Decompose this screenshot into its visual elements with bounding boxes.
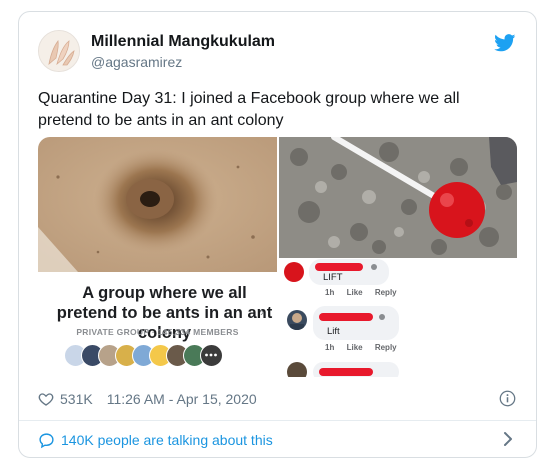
member-avatar <box>200 344 223 367</box>
redaction <box>319 313 373 321</box>
divider <box>19 420 536 421</box>
commenter-avatar <box>287 310 307 330</box>
badge-icon <box>379 314 385 320</box>
group-meta: PRIVATE GROUP · 145,334 MEMBERS <box>76 327 239 337</box>
chevron-right-icon: › <box>260 304 265 319</box>
redaction <box>319 368 373 376</box>
tweet-media[interactable]: A group where we all pretend to be ants … <box>38 137 517 377</box>
redaction <box>315 263 363 271</box>
comment-text: LIFT <box>323 272 343 283</box>
lollipop-photo[interactable] <box>279 137 517 258</box>
comment-text: Lift <box>327 326 340 337</box>
anthill-photo[interactable] <box>38 137 277 272</box>
chevron-right-icon[interactable] <box>502 430 514 448</box>
profile-avatar[interactable] <box>38 30 80 72</box>
badge-icon <box>371 264 377 270</box>
info-icon[interactable] <box>499 390 516 407</box>
like-count[interactable]: 531K <box>60 391 93 407</box>
commenter-avatar <box>287 362 307 377</box>
display-name[interactable]: Millennial Mangkukulam <box>91 33 275 51</box>
reply-link[interactable]: Reply <box>375 343 397 352</box>
comment-bubble: LIFT <box>309 259 389 285</box>
comment-bubble <box>313 362 399 377</box>
like-link[interactable]: Like <box>347 343 363 352</box>
comment-thread: LIFT 1h Like Reply Lift 1h Like Reply <box>279 258 517 377</box>
tweet-text: Quarantine Day 31: I joined a Facebook g… <box>38 90 460 129</box>
heart-icon[interactable] <box>38 391 54 407</box>
talking-count[interactable]: 140K people are talking about this <box>61 432 273 448</box>
group-card[interactable]: A group where we all pretend to be ants … <box>38 272 277 377</box>
comment-time: 1h <box>325 288 335 297</box>
comment-actions: 1h Like Reply <box>325 288 407 297</box>
timestamp[interactable]: 11:26 AM - Apr 15, 2020 <box>107 391 257 407</box>
tweet-meta: 531K 11:26 AM - Apr 15, 2020 <box>38 390 257 408</box>
conversation-link[interactable]: 140K people are talking about this <box>38 430 273 450</box>
like-link[interactable]: Like <box>347 288 363 297</box>
twitter-bird-icon[interactable] <box>494 34 516 52</box>
commenter-avatar <box>284 262 304 282</box>
reply-link[interactable]: Reply <box>375 288 397 297</box>
speech-bubble-icon <box>39 432 54 448</box>
comment-time: 1h <box>325 343 335 352</box>
comment-bubble: Lift <box>313 306 399 340</box>
tweet-card: Millennial Mangkukulam @agasramirez Quar… <box>18 11 537 458</box>
user-handle[interactable]: @agasramirez <box>91 54 182 70</box>
comment-actions: 1h Like Reply <box>325 343 407 352</box>
